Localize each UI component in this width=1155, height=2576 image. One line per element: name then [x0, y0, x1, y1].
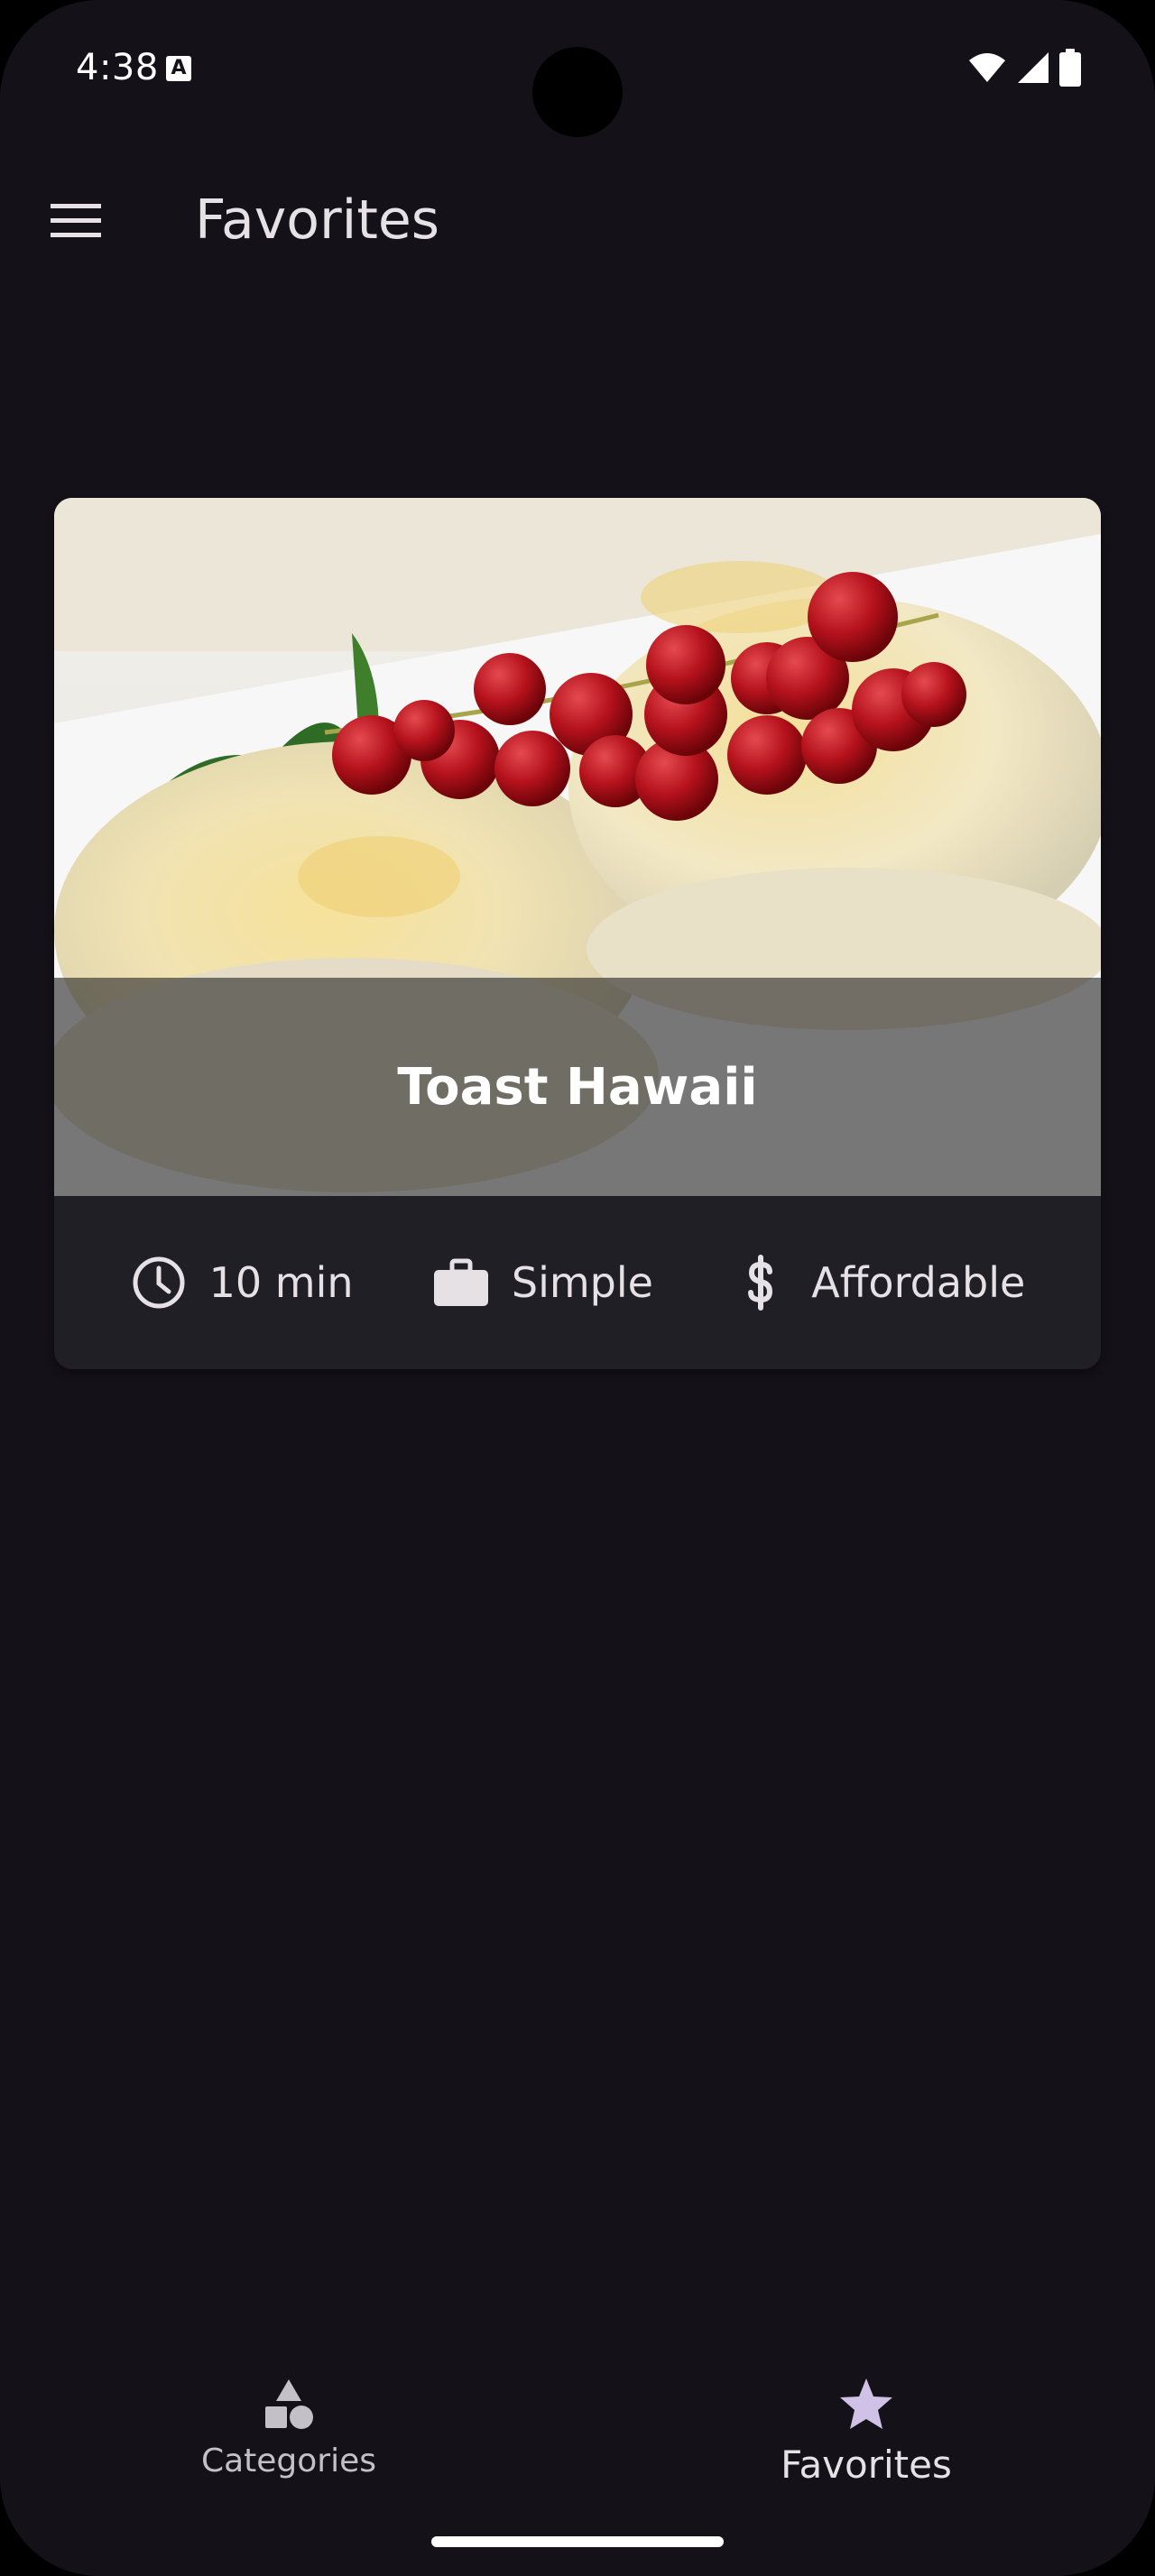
phone-screen: 4:38 A Favorites Toast Hawaii 10 min Sim… [0, 0, 1155, 2576]
app-bar: Favorites [0, 162, 1155, 271]
hamburger-menu-icon [51, 204, 101, 237]
menu-button[interactable] [36, 180, 116, 260]
dollar-icon [732, 1254, 790, 1311]
meal-title: Toast Hawaii [397, 1057, 758, 1117]
camera-cutout [532, 47, 623, 137]
nav-label-favorites: Favorites [781, 2443, 952, 2487]
meal-meta-row: 10 min Simple Affordable [54, 1196, 1101, 1369]
meta-complexity: Simple [432, 1254, 653, 1311]
nav-item-favorites[interactable]: Favorites [578, 2345, 1155, 2507]
meta-affordability: Affordable [732, 1254, 1025, 1311]
categories-shapes-icon [260, 2376, 318, 2433]
status-icons [967, 49, 1081, 87]
nav-label-categories: Categories [200, 2443, 377, 2479]
briefcase-icon [432, 1254, 490, 1311]
meta-duration: 10 min [130, 1254, 354, 1311]
wifi-icon [969, 53, 1005, 82]
meal-card[interactable]: Toast Hawaii 10 min Simple Affordable [54, 498, 1101, 1369]
clock-icon [130, 1254, 188, 1311]
cellular-signal-icon [1018, 52, 1049, 83]
meal-title-overlay: Toast Hawaii [54, 978, 1101, 1196]
star-icon [837, 2376, 895, 2433]
meal-duration: 10 min [208, 1258, 354, 1307]
home-indicator[interactable] [431, 2536, 724, 2547]
status-time: 4:38 [76, 47, 159, 88]
meal-affordability: Affordable [811, 1258, 1026, 1307]
meal-complexity: Simple [511, 1258, 653, 1307]
bottom-navigation: Categories Favorites [0, 2345, 1155, 2507]
page-title: Favorites [195, 189, 440, 252]
status-bar: 4:38 A [0, 0, 1155, 137]
notification-a-icon: A [166, 56, 191, 81]
battery-icon [1059, 49, 1081, 87]
nav-item-categories[interactable]: Categories [0, 2345, 578, 2507]
